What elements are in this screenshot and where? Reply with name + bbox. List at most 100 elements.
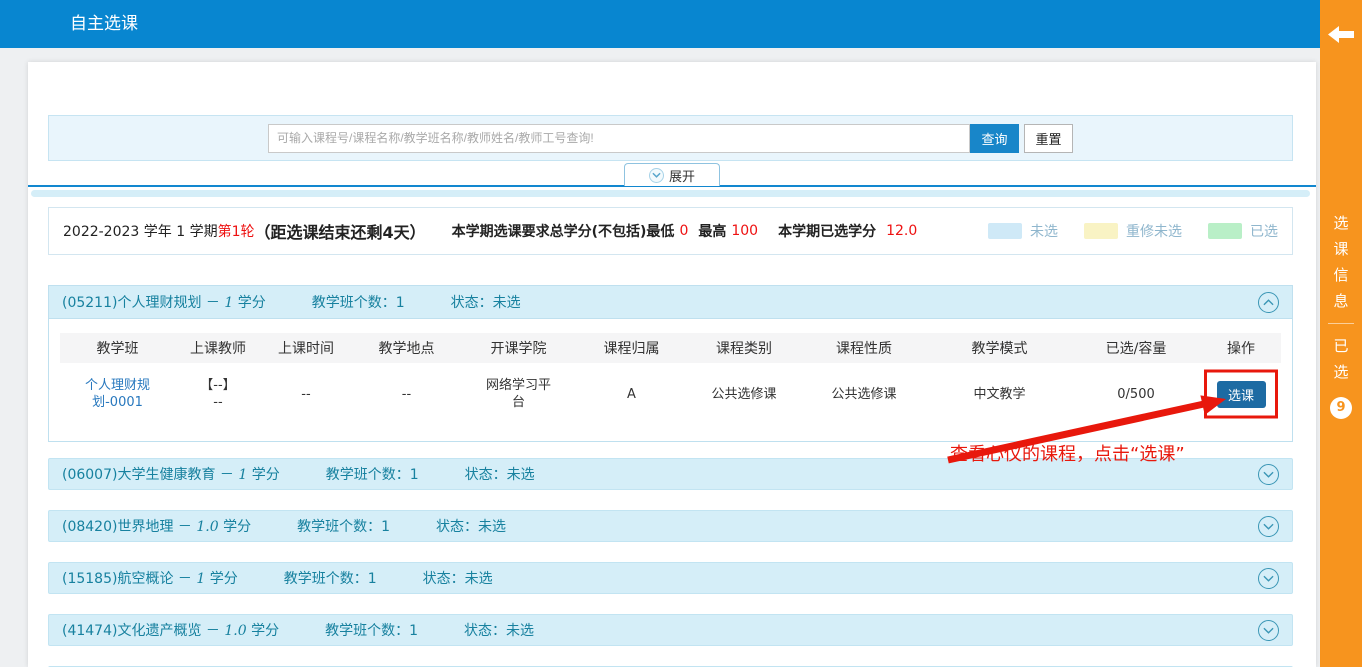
course-class-count: 教学班个数：1 — [284, 568, 377, 588]
course-credit-value: 1 — [196, 571, 205, 587]
semester-info-bar: 2022-2023 学年 1 学期第1轮 （距选课结束还剩4天） 本学期选课要求… — [48, 207, 1293, 255]
column-header: 教学班 — [60, 333, 175, 363]
vertical-char: 选 — [1320, 210, 1362, 236]
course-credit-unit: 学分 — [233, 295, 265, 311]
expand-filters-tab[interactable]: 展开 — [624, 163, 720, 186]
column-header: 上课时间 — [261, 333, 351, 363]
arrow-left-icon — [1328, 26, 1354, 43]
selected-courses-tab-sub: 已选 — [1320, 333, 1362, 385]
selected-courses-tab-title: 选课信息 — [1320, 210, 1362, 314]
chevron-down-icon[interactable] — [1258, 568, 1279, 589]
reset-button[interactable]: 重置 — [1024, 124, 1073, 153]
teacher-line: 【--】 — [200, 377, 235, 394]
column-header: 已选/容量 — [1071, 333, 1201, 363]
legend-swatch — [1084, 223, 1118, 239]
course-bar[interactable]: (05211)个人理财规划 － 1 学分教学班个数：1状态：未选 — [49, 286, 1292, 319]
search-input[interactable] — [268, 124, 970, 153]
column-header: 操作 — [1201, 333, 1281, 363]
class-table-row: 个人理财规划-0001【--】------网络学习平台A公共选修课公共选修课中文… — [60, 363, 1281, 425]
legend-item: 重修未选 — [1084, 221, 1182, 241]
horizontal-scrollbar[interactable] — [31, 190, 1310, 197]
course-name: (08420)世界地理 － 1.0 学分 — [62, 516, 251, 536]
course-class-count: 教学班个数：1 — [297, 516, 390, 536]
course-name: (06007)大学生健康教育 － 1 学分 — [62, 464, 280, 484]
course-item: (15185)航空概论 － 1 学分教学班个数：1状态：未选 — [48, 562, 1293, 594]
annotation-text: 查看心仪的课程，点击“选课” — [950, 440, 1185, 466]
course-bar[interactable]: (41474)文化遗产概览 － 1.0 学分教学班个数：1状态：未选 — [48, 614, 1293, 646]
app-header: 自主选课 — [0, 0, 1320, 48]
status-legend: 未选 重修未选 已选 — [988, 221, 1278, 241]
column-header: 教学地点 — [351, 333, 462, 363]
course-credit-value: 1.0 — [196, 519, 218, 535]
course-item: (08420)世界地理 － 1.0 学分 教学班个数：1 状态：未选 — [48, 510, 1293, 542]
select-course-button[interactable]: 选课 — [1217, 381, 1266, 408]
cell-time: -- — [261, 363, 351, 425]
action-cell: 选课 — [1201, 363, 1281, 425]
course-credit-value: 1 — [224, 295, 233, 311]
course-bar[interactable]: (08420)世界地理 － 1.0 学分 教学班个数：1 状态：未选 — [48, 510, 1293, 542]
round-text: 第1轮 — [218, 221, 255, 241]
vertical-char: 课 — [1320, 236, 1362, 262]
course-credit-unit: 学分 — [247, 467, 279, 483]
chevron-down-icon[interactable] — [1258, 620, 1279, 641]
expand-tab-label: 展开 — [669, 166, 695, 185]
vertical-char: 已 — [1320, 333, 1362, 359]
course-status: 状态：未选 — [436, 516, 506, 536]
column-header: 开课学院 — [462, 333, 575, 363]
deadline-text: （距选课结束还剩4天） — [255, 219, 426, 243]
column-header: 课程类别 — [688, 333, 800, 363]
collapse-sidebar-button[interactable] — [1320, 26, 1362, 47]
selected-credit-label: 本学期已选学分 — [778, 221, 876, 241]
course-status: 状态：未选 — [464, 620, 534, 640]
vertical-char: 息 — [1320, 288, 1362, 314]
chevron-down-icon — [649, 168, 664, 183]
course-credit-value: 1.0 — [224, 623, 246, 639]
class-name-link[interactable]: 个人理财规划-0001 — [60, 377, 175, 411]
cell-category: 公共选修课 — [688, 363, 800, 425]
course-name: (05211)个人理财规划 － 1 学分 — [62, 292, 266, 312]
vertical-char: 信 — [1320, 262, 1362, 288]
legend-swatch — [1208, 223, 1242, 239]
chevron-up-icon[interactable] — [1258, 292, 1279, 313]
legend-item: 已选 — [1208, 221, 1278, 241]
teacher-line: -- — [213, 394, 222, 411]
course-status: 状态：未选 — [423, 568, 493, 588]
max-credit-label: 最高 — [698, 221, 726, 241]
cell-action: 选课 — [1201, 363, 1281, 425]
cell-college: 网络学习平台 — [462, 363, 575, 425]
cell-place: -- — [351, 363, 462, 425]
cell-teacher: 【--】-- — [175, 363, 261, 425]
cell-capacity: 0/500 — [1071, 363, 1201, 425]
requirement-label: 本学期选课要求总学分(不包括)最低 — [452, 221, 675, 241]
course-credit-unit: 学分 — [205, 571, 237, 587]
legend-swatch — [988, 223, 1022, 239]
selected-count-badge: 9 — [1330, 397, 1352, 419]
column-header: 教学模式 — [928, 333, 1071, 363]
term-text: 2022-2023 学年 1 学期 — [63, 221, 218, 241]
legend-label: 重修未选 — [1126, 221, 1182, 241]
vertical-char: 选 — [1320, 359, 1362, 385]
cell-class_name: 个人理财规划-0001 — [60, 363, 175, 425]
max-credit-value: 100 — [731, 223, 758, 239]
course-bar[interactable]: (15185)航空概论 － 1 学分教学班个数：1状态：未选 — [48, 562, 1293, 594]
course-class-count: 教学班个数：1 — [325, 620, 418, 640]
legend-item: 未选 — [988, 221, 1058, 241]
cell-belong: A — [575, 363, 688, 425]
search-panel: 查询 重置 — [48, 115, 1293, 161]
selected-credit-value: 12.0 — [886, 223, 917, 239]
college-text: 网络学习平台 — [484, 377, 554, 411]
page-title: 自主选课 — [70, 0, 138, 48]
selected-courses-tab[interactable]: 选课信息 已选 9 — [1320, 210, 1362, 419]
course-class-count: 教学班个数：1 — [326, 464, 419, 484]
side-rail: 选课信息 已选 9 — [1320, 0, 1362, 667]
course-credit-unit: 学分 — [247, 623, 279, 639]
course-item: (05211)个人理财规划 － 1 学分教学班个数：1状态：未选教学班上课教师上… — [48, 285, 1293, 442]
course-class-count: 教学班个数：1 — [312, 292, 405, 312]
chevron-down-icon[interactable] — [1258, 464, 1279, 485]
query-button[interactable]: 查询 — [970, 124, 1019, 153]
tab-divider — [1328, 323, 1354, 324]
column-header: 上课教师 — [175, 333, 261, 363]
cell-nature: 公共选修课 — [800, 363, 928, 425]
class-panel: 教学班上课教师上课时间教学地点开课学院课程归属课程类别课程性质教学模式已选/容量… — [49, 319, 1292, 441]
chevron-down-icon[interactable] — [1258, 516, 1279, 537]
